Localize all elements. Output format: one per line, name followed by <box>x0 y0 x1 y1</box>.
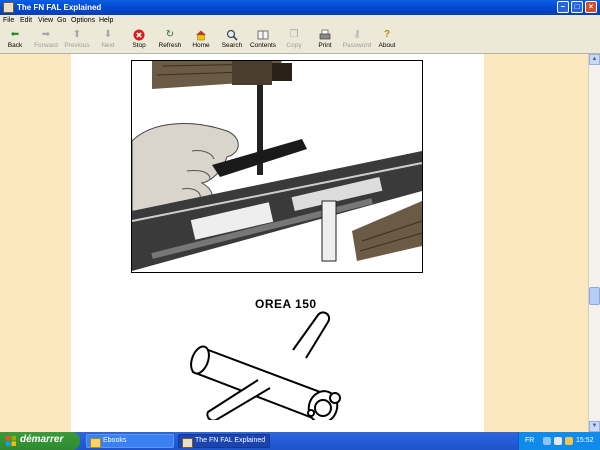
menu-options[interactable]: Options <box>71 15 95 27</box>
title-bar[interactable]: The FN FAL Explained – □ × <box>0 0 600 15</box>
forward-arrow-icon: ➡ <box>41 29 51 40</box>
print-icon <box>319 29 331 41</box>
up-arrow-icon: ⬆ <box>72 29 82 40</box>
about-label: About <box>378 42 396 49</box>
window-title: The FN FAL Explained <box>17 3 102 12</box>
vertical-scrollbar[interactable]: ▲ ▼ <box>588 54 600 432</box>
scroll-up-arrow-icon[interactable]: ▲ <box>589 54 600 65</box>
app-icon[interactable] <box>3 2 14 13</box>
menu-view[interactable]: View <box>38 15 53 27</box>
back-arrow-icon: ⬅ <box>10 29 20 40</box>
language-indicator[interactable]: FR <box>525 437 534 444</box>
task-ebooks-label: Ebooks <box>103 437 127 444</box>
scroll-down-arrow-icon[interactable]: ▼ <box>589 421 600 432</box>
speaker-icon[interactable] <box>554 437 562 445</box>
taskbar: démarrer Ebooks The FN FAL Explained FR … <box>0 432 600 450</box>
document-page: OREA 150 <box>71 54 484 432</box>
windows-flag-icon <box>6 436 16 446</box>
system-tray: FR 15:52 <box>518 432 600 450</box>
contents-icon <box>257 29 269 41</box>
menu-file[interactable]: File <box>3 15 14 27</box>
network-icon[interactable] <box>543 437 551 445</box>
ebook-icon <box>182 438 193 448</box>
about-button[interactable]: ? About <box>367 29 407 53</box>
menu-edit[interactable]: Edit <box>20 15 32 27</box>
folder-icon <box>90 438 101 448</box>
scroll-thumb[interactable] <box>589 287 600 305</box>
refresh-icon: ↻ <box>165 29 175 40</box>
home-icon <box>195 29 207 41</box>
tool-in-rifle-photo <box>131 60 423 273</box>
down-arrow-icon: ⬇ <box>103 29 113 40</box>
about-icon: ? <box>383 29 391 40</box>
task-ebooks[interactable]: Ebooks <box>86 434 174 448</box>
search-icon <box>226 29 238 41</box>
minimize-button[interactable]: – <box>557 1 569 13</box>
menu-help[interactable]: Help <box>99 15 113 27</box>
close-button[interactable]: × <box>585 1 597 13</box>
maximize-button[interactable]: □ <box>571 1 583 13</box>
shield-icon[interactable] <box>565 437 573 445</box>
copy-icon: ❐ <box>289 29 299 40</box>
key-icon: ⚷ <box>353 29 361 40</box>
start-label: démarrer <box>20 434 64 445</box>
t-handle-wrench-drawing <box>188 310 368 424</box>
menu-bar: File Edit View Go Options Help <box>0 15 600 27</box>
stop-icon <box>133 29 145 41</box>
task-fn-fal[interactable]: The FN FAL Explained <box>178 434 270 448</box>
figure-caption: OREA 150 <box>255 297 317 311</box>
toolbar: ⬅ Back ➡ Forward ⬆ Previous ⬇ Next Stop … <box>0 27 600 54</box>
task-fn-fal-label: The FN FAL Explained <box>195 437 266 444</box>
start-button[interactable]: démarrer <box>0 432 80 450</box>
menu-go[interactable]: Go <box>57 15 66 27</box>
clock[interactable]: 15:52 <box>576 437 594 444</box>
document-viewport[interactable]: OREA 150 <box>0 54 588 432</box>
